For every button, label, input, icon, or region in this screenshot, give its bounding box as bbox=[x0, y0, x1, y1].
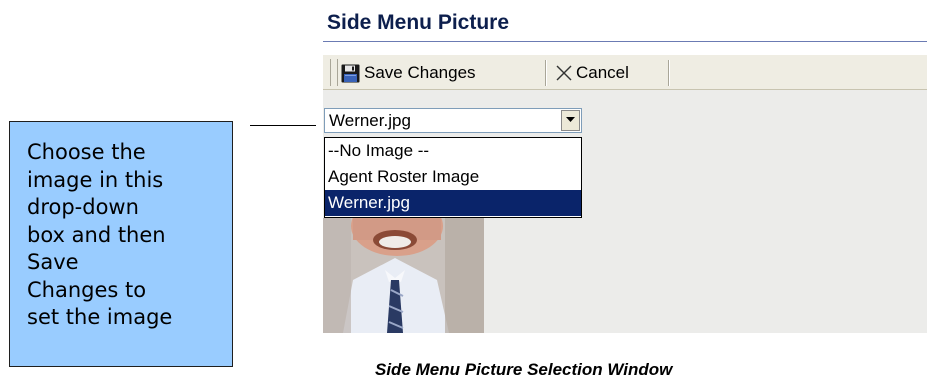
image-select-value: Werner.jpg bbox=[329, 111, 411, 130]
portrait-image bbox=[323, 218, 484, 333]
callout-line: set the image bbox=[27, 305, 173, 329]
dropdown-option-agent-roster-image[interactable]: Agent Roster Image bbox=[325, 164, 581, 190]
save-changes-button[interactable]: Save Changes bbox=[341, 60, 476, 86]
dropdown-option-werner[interactable]: Werner.jpg bbox=[325, 190, 581, 216]
callout-line: Save bbox=[27, 250, 79, 274]
side-menu-picture-window: Side Menu Picture Save Changes Cancel We… bbox=[323, 11, 927, 333]
image-select[interactable]: Werner.jpg bbox=[324, 108, 582, 133]
floppy-disk-icon bbox=[341, 64, 360, 82]
image-dropdown-list: --No Image -- Agent Roster Image Werner.… bbox=[324, 137, 582, 218]
callout-line: Choose the bbox=[27, 140, 146, 164]
toolbar-separator bbox=[668, 60, 670, 86]
callout-line: Changes to bbox=[27, 277, 147, 302]
instruction-callout: Choose the image in this drop-down box a… bbox=[9, 121, 233, 367]
toolbar: Save Changes Cancel bbox=[323, 54, 927, 90]
callout-line: image in this bbox=[27, 167, 164, 192]
callout-line: box and then bbox=[27, 222, 166, 247]
cancel-label: Cancel bbox=[576, 63, 629, 82]
close-icon bbox=[556, 65, 572, 81]
callout-leader-line bbox=[250, 125, 316, 126]
profile-photo bbox=[323, 218, 484, 333]
title-divider bbox=[323, 41, 927, 42]
figure-caption: Side Menu Picture Selection Window bbox=[375, 360, 673, 379]
save-changes-label: Save Changes bbox=[364, 63, 476, 82]
window-title: Side Menu Picture bbox=[327, 11, 510, 34]
callout-line: drop-down bbox=[27, 195, 139, 219]
cancel-button[interactable]: Cancel bbox=[555, 60, 629, 86]
dropdown-option-no-image[interactable]: --No Image -- bbox=[325, 138, 581, 164]
chevron-down-icon bbox=[566, 117, 575, 122]
toolbar-separator bbox=[545, 60, 547, 86]
callout-text: Choose the image in this drop-down box a… bbox=[27, 139, 227, 332]
dropdown-arrow-button[interactable] bbox=[561, 110, 580, 131]
toolbar-grip[interactable] bbox=[330, 59, 338, 86]
